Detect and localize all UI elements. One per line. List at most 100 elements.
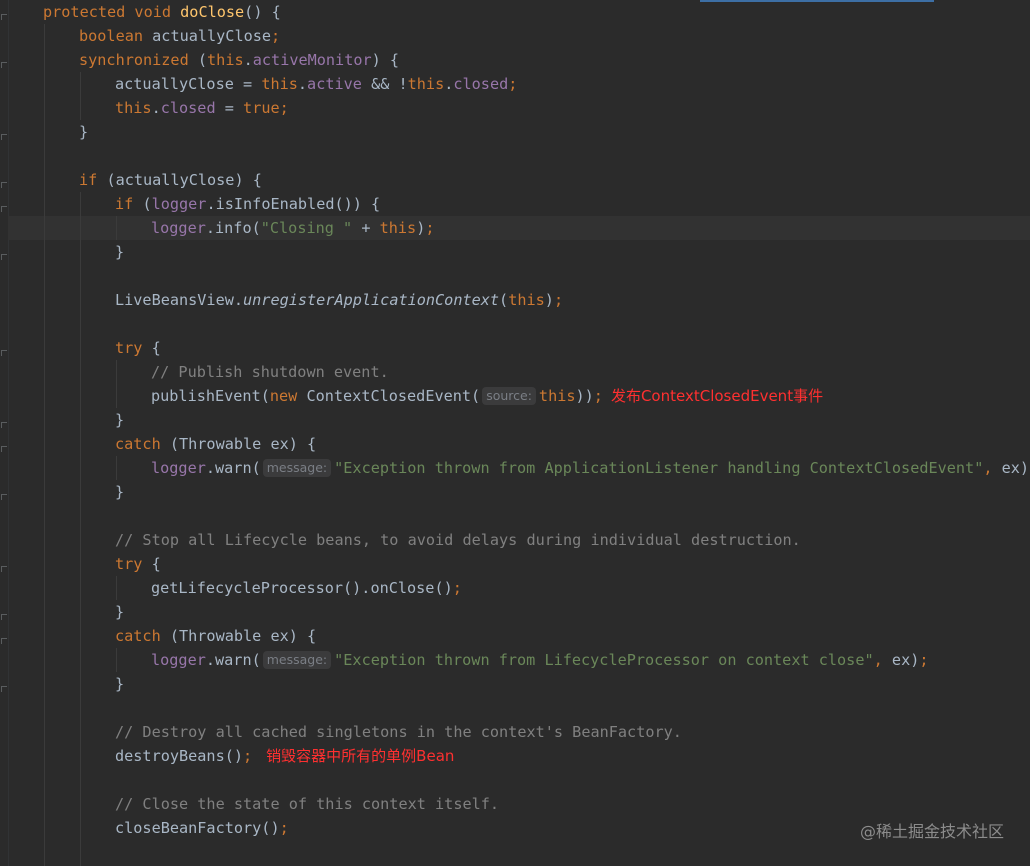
code-comment[interactable]: // Close the state of this context itsel… (115, 792, 499, 816)
code-text: } (115, 603, 125, 621)
fold-marker-icon[interactable] (1, 686, 7, 692)
code-line[interactable]: catch (Throwable ex) { (115, 432, 316, 456)
code-text: ) { (371, 51, 400, 69)
string-literal: "Exception thrown from LifecycleProcesso… (334, 651, 874, 669)
fold-marker-icon[interactable] (1, 14, 7, 20)
code-text: actuallyClose (143, 27, 272, 45)
code-text: } (79, 123, 89, 141)
code-line[interactable]: if (actuallyClose) { (79, 168, 262, 192)
watermark-text: @稀土掘金技术社区 (859, 822, 1004, 841)
fold-marker-icon[interactable] (1, 446, 7, 452)
fold-marker-icon[interactable] (1, 422, 7, 428)
indent-guide (80, 72, 81, 120)
code-text: .isInfoEnabled()) { (206, 195, 381, 213)
field: active (307, 75, 362, 93)
string-literal: "Closing " (260, 219, 353, 237)
code-line[interactable]: } (115, 672, 124, 696)
keyword: boolean (79, 27, 144, 45)
indent-guide (116, 360, 117, 408)
code-line[interactable]: logger.warn(message: "Exception thrown fr… (151, 456, 1030, 480)
code-line[interactable]: LiveBeansView.unregisterApplicationConte… (115, 288, 563, 312)
semicolon: ; (425, 219, 435, 237)
method-modifiers: protected void (43, 3, 181, 21)
code-text: && ! (361, 75, 408, 93)
fold-marker-icon[interactable] (1, 182, 7, 188)
code-line[interactable]: if (logger.isInfoEnabled()) { (115, 192, 380, 216)
code-text: . (297, 75, 308, 93)
parameter-hint: source: (482, 387, 536, 405)
code-text: . (444, 75, 454, 93)
code-text: .warn( (205, 651, 261, 669)
code-line[interactable]: protected void doClose() { (43, 0, 281, 24)
keyword: new (269, 387, 298, 405)
keyword: try (115, 339, 143, 357)
fold-marker-icon[interactable] (1, 566, 7, 572)
fold-marker-icon[interactable] (1, 62, 7, 68)
code-text: .info( (205, 219, 261, 237)
fold-marker-icon[interactable] (1, 614, 7, 620)
code-text: .warn( (205, 459, 261, 477)
code-line[interactable]: logger.info("Closing " + this); (151, 216, 435, 240)
semicolon: ; (508, 75, 518, 93)
semicolon: ; (593, 387, 603, 405)
code-line[interactable]: boolean actuallyClose; (79, 24, 280, 48)
fold-marker-icon[interactable] (1, 350, 7, 356)
code-comment[interactable]: // Publish shutdown event. (151, 360, 389, 384)
code-text: + (352, 219, 380, 237)
code-line[interactable]: publishEvent(new ContextClosedEvent(sour… (151, 384, 823, 408)
indent-guide (116, 456, 117, 480)
fold-marker-icon[interactable] (1, 494, 7, 500)
code-line[interactable]: } (115, 600, 124, 624)
code-line[interactable]: destroyBeans(); 销毁容器中所有的单例Bean (115, 744, 454, 768)
indent-guide (44, 24, 45, 866)
keyword: this (508, 291, 545, 309)
code-line[interactable]: closeBeanFactory(); (115, 816, 289, 840)
field: logger (151, 195, 207, 213)
keyword: this (207, 51, 244, 69)
code-text: ContextClosedEvent( (297, 387, 481, 405)
code-line[interactable]: } (115, 240, 124, 264)
keyword: this (115, 99, 152, 117)
string-literal: "Exception thrown from ApplicationListen… (334, 459, 984, 477)
fold-marker-icon[interactable] (1, 638, 7, 644)
code-line[interactable]: } (115, 480, 124, 504)
code-text: ex) (992, 459, 1030, 477)
field: logger (151, 219, 206, 237)
field: logger (151, 459, 206, 477)
method-name: doClose (180, 3, 245, 21)
parameter-hint: message: (262, 459, 332, 477)
semicolon: ; (279, 819, 289, 837)
method-params: () { (244, 3, 281, 21)
code-line[interactable]: try { (115, 336, 161, 360)
code-comment[interactable]: // Destroy all cached singletons in the … (115, 720, 682, 744)
semicolon: ; (553, 291, 564, 309)
keyword: catch (115, 627, 161, 645)
code-text: ) (544, 291, 554, 309)
semicolon: ; (271, 27, 281, 45)
code-line[interactable]: synchronized (this.activeMonitor) { (79, 48, 399, 72)
code-line[interactable]: this.closed = true; (115, 96, 289, 120)
indent-guide (80, 192, 81, 866)
fold-marker-icon[interactable] (1, 134, 7, 140)
code-line[interactable]: } (115, 408, 124, 432)
code-text: (Throwable ex) { (160, 627, 317, 645)
code-line[interactable]: catch (Throwable ex) { (115, 624, 316, 648)
code-text: ( (499, 291, 509, 309)
code-text: = (215, 99, 244, 117)
fold-marker-icon[interactable] (1, 254, 7, 260)
code-text: ex) (882, 651, 920, 669)
code-line[interactable]: getLifecycleProcessor().onClose(); (151, 576, 462, 600)
code-line[interactable]: try { (115, 552, 161, 576)
fold-marker-icon[interactable] (1, 206, 7, 212)
code-line[interactable]: logger.warn(message: "Exception thrown fr… (151, 648, 929, 672)
code-line[interactable]: actuallyClose = this.active && !this.clo… (115, 72, 517, 96)
code-text: (actuallyClose) { (97, 171, 262, 189)
code-text: } (115, 675, 125, 693)
semicolon: ; (452, 579, 462, 597)
code-comment[interactable]: // Stop all Lifecycle beans, to avoid de… (115, 528, 801, 552)
static-method: unregisterApplicationContext (243, 291, 500, 309)
code-line[interactable]: } (79, 120, 88, 144)
semicolon: ; (243, 747, 253, 765)
code-text: ( (133, 195, 152, 213)
field: activeMonitor (252, 51, 372, 69)
